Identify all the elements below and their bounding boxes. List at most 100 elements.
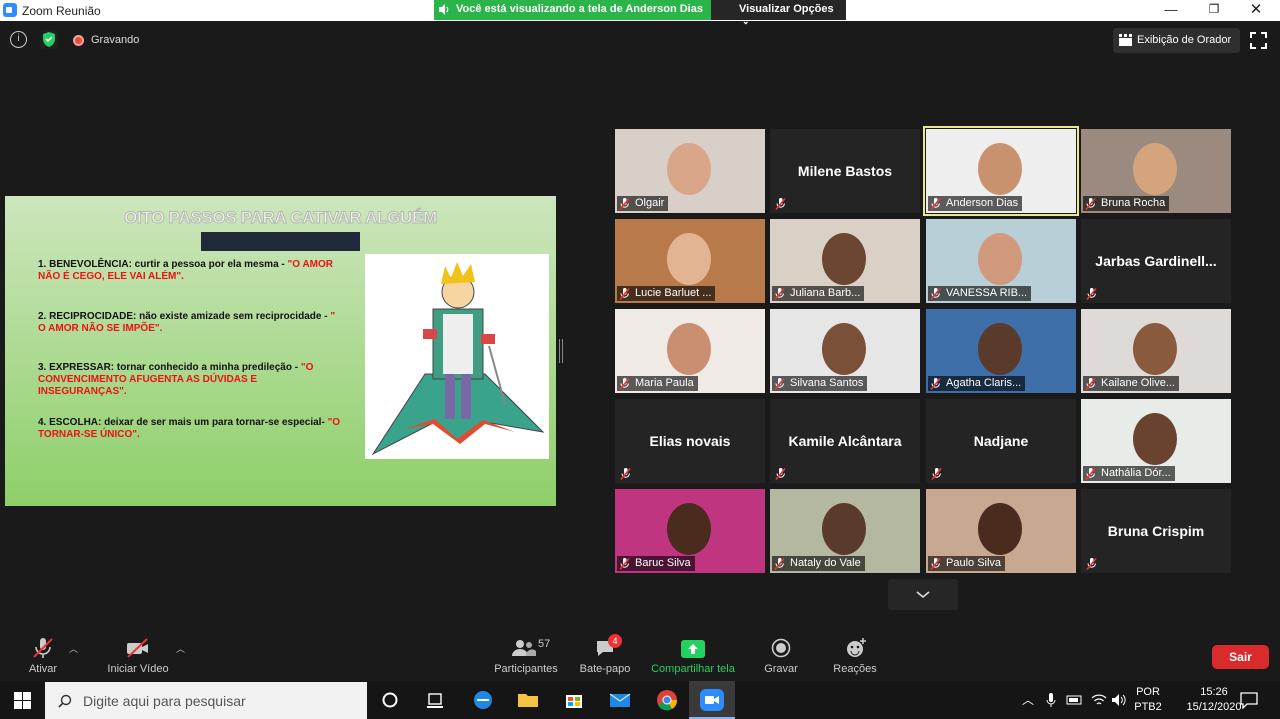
video-options-caret[interactable]: ︿ (176, 642, 185, 655)
maximize-icon[interactable]: ❐ (1204, 2, 1224, 16)
slide-item-text: 2. RECIPROCIDADE: não existe amizade sem… (38, 311, 328, 322)
tray-microphone-icon[interactable] (1045, 692, 1057, 708)
info-icon[interactable]: i (10, 31, 27, 48)
store-icon[interactable] (559, 686, 589, 714)
microphone-muted-icon (619, 288, 630, 300)
record-label: Gravar (764, 663, 798, 675)
share-screen-label: Compartilhar tela (651, 663, 735, 675)
participant-name: Agatha Claris... (928, 376, 1026, 391)
share-icon-wrap (646, 637, 740, 663)
microphone-muted-icon (619, 558, 630, 570)
participant-tile[interactable]: Elias novais (615, 399, 765, 483)
speaker-view-icon (1119, 34, 1132, 46)
participant-face (978, 503, 1022, 555)
participant-face (978, 143, 1022, 195)
audio-options-caret[interactable]: ︿ (69, 642, 78, 655)
participant-name: Juliana Barb... (772, 286, 865, 301)
participant-tile[interactable]: Lucie Barluet ... (615, 219, 765, 303)
participant-tile[interactable]: VANESSA RIB... (926, 219, 1076, 303)
participant-tile[interactable]: Bruna Crispim (1081, 489, 1231, 573)
shared-screen-slide: OITO PASSOS PARA CATIVAR ALGUÉM 1. BENEV… (5, 196, 556, 506)
participant-tile[interactable]: Juliana Barb... (770, 219, 920, 303)
unmute-button[interactable]: Ativar (20, 637, 66, 675)
participants-button[interactable]: 57 Participantes (490, 637, 562, 675)
language-code: POR (1136, 686, 1160, 698)
wifi-icon[interactable] (1091, 693, 1107, 707)
participant-name: Elias novais (649, 433, 731, 449)
slide-item: 3. EXPRESSAR: tornar conhecido a minha p… (38, 362, 343, 398)
participant-tile[interactable]: Bruna Rocha (1081, 129, 1231, 213)
taskbar-search-input[interactable]: Digite aqui para pesquisar (45, 682, 367, 719)
participant-tile[interactable]: Olgair (615, 129, 765, 213)
next-page-button[interactable] (888, 579, 958, 610)
participant-tile[interactable]: Nataly do Vale (770, 489, 920, 573)
microphone-muted-icon (774, 288, 785, 300)
file-explorer-icon[interactable] (513, 686, 543, 714)
participant-tile[interactable]: Nadjane (926, 399, 1076, 483)
participant-tile[interactable]: Kailane Olive... (1081, 309, 1231, 393)
participant-tile[interactable]: Silvana Santos (770, 309, 920, 393)
slide-item-text: 1. BENEVOLÊNCIA: curtir a pessoa por ela… (38, 259, 285, 270)
participant-name: Jarbas Gardinell... (1095, 253, 1217, 269)
participant-name: VANESSA RIB... (928, 286, 1032, 301)
participant-tile[interactable]: Maria Paula (615, 309, 765, 393)
windows-start-icon[interactable] (14, 692, 31, 709)
participant-tile[interactable]: Agatha Claris... (926, 309, 1076, 393)
minimize-icon[interactable]: — (1161, 2, 1181, 17)
cortana-icon[interactable] (375, 686, 405, 714)
start-video-button[interactable]: Iniciar Vídeo (104, 637, 172, 675)
reactions-button[interactable]: Reações (830, 637, 880, 675)
notification-center-icon[interactable] (1240, 692, 1258, 709)
participant-name: Nataly do Vale (772, 556, 865, 571)
participant-face (1133, 143, 1177, 195)
edge-browser-icon[interactable] (468, 686, 498, 714)
microphone-muted-icon (930, 198, 941, 210)
input-language[interactable]: POR PTB2 (1131, 685, 1165, 715)
participant-name: Silvana Santos (772, 376, 868, 391)
record-button[interactable]: Gravar (758, 637, 804, 675)
participant-tile[interactable]: Anderson Dias (923, 126, 1079, 216)
participant-tile[interactable]: Jarbas Gardinell... (1081, 219, 1231, 303)
participant-face (1133, 413, 1177, 465)
participant-face (822, 323, 866, 375)
chat-button[interactable]: 4 Bate-papo (574, 634, 636, 675)
security-shield-icon[interactable] (40, 30, 58, 49)
mail-icon[interactable] (605, 686, 635, 714)
microphone-muted-icon (930, 558, 941, 570)
participant-name: Nadjane (973, 433, 1029, 449)
zoom-taskbar-item[interactable] (689, 681, 735, 719)
fullscreen-icon[interactable] (1250, 32, 1267, 49)
chat-badge: 4 (608, 634, 622, 648)
speaker-view-button[interactable]: Exibição de Orador (1113, 28, 1240, 53)
start-video-label: Iniciar Vídeo (107, 663, 169, 675)
participant-tile[interactable]: Kamile Alcântara (770, 399, 920, 483)
participant-tile[interactable]: Nathália Dór... (1081, 399, 1231, 483)
participant-tile[interactable]: Milene Bastos (770, 129, 920, 213)
chrome-icon[interactable] (652, 686, 682, 714)
volume-icon[interactable] (1111, 692, 1127, 708)
task-view-icon[interactable] (420, 686, 450, 714)
microphone-muted-icon (619, 378, 630, 390)
participant-tile[interactable]: Paulo Silva (926, 489, 1076, 573)
battery-icon[interactable] (1066, 694, 1084, 706)
share-screen-button[interactable]: Compartilhar tela (646, 637, 740, 675)
reactions-label: Reações (833, 663, 877, 675)
taskbar-search-placeholder: Digite aqui para pesquisar (83, 693, 246, 709)
close-icon[interactable]: ✕ (1246, 0, 1266, 18)
view-options-label: Visualizar Opções (739, 3, 834, 15)
panel-resize-handle[interactable] (559, 339, 563, 363)
participants-label: Participantes (494, 663, 558, 675)
leave-button[interactable]: Sair (1212, 645, 1269, 669)
microphone-muted-icon (775, 468, 786, 480)
participant-name: Nathália Dór... (1083, 466, 1175, 481)
zoom-logo-icon (3, 3, 17, 17)
participant-name: Anderson Dias (928, 196, 1023, 211)
zoom-app-icon (700, 689, 724, 711)
participant-face (822, 503, 866, 555)
participant-face (822, 233, 866, 285)
view-options-button[interactable]: Visualizar Opções ⌄ (711, 0, 846, 26)
participant-tile[interactable]: Baruc Silva (615, 489, 765, 573)
keyboard-layout: PTB2 (1134, 701, 1162, 713)
tray-overflow-icon[interactable]: ︿ (1022, 691, 1034, 708)
participants-icon-wrap: 57 (490, 637, 562, 663)
